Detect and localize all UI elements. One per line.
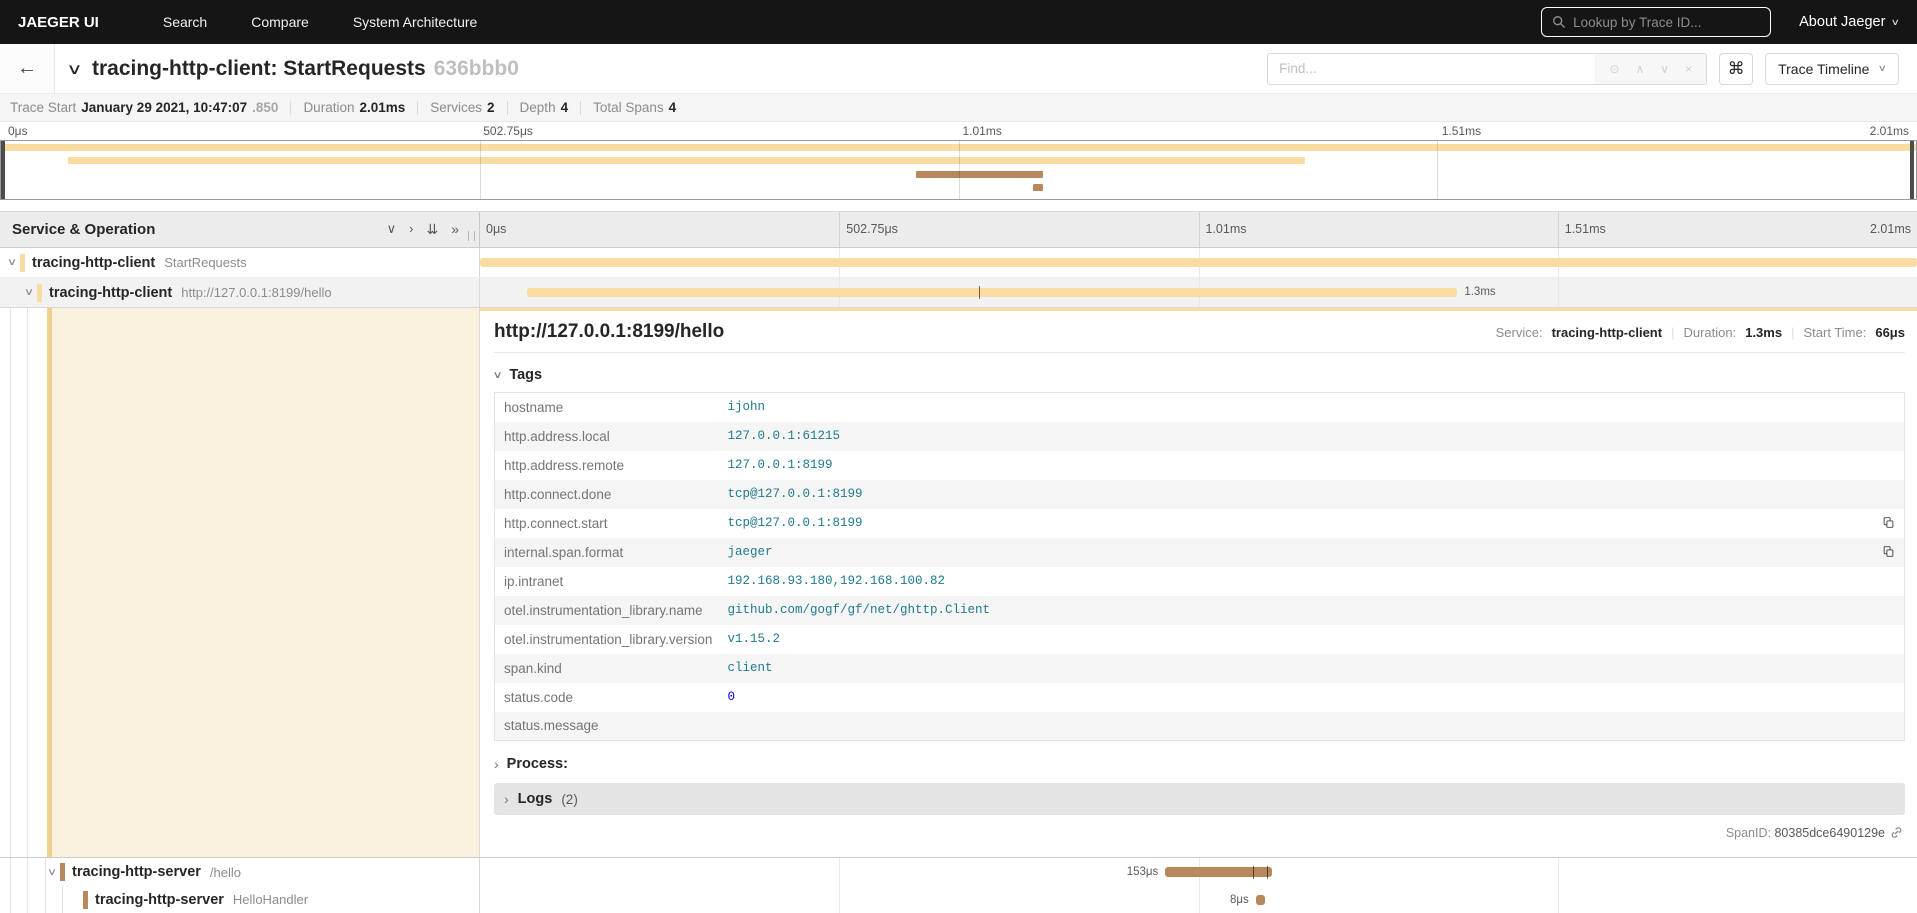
service-operation-header: Service & Operation (12, 221, 156, 238)
chevron-down-icon[interactable]: ∨ (41, 867, 63, 878)
collapse-one-icon[interactable]: ∨ (387, 221, 397, 238)
column-resizer-grip[interactable] (468, 231, 475, 241)
find-input[interactable] (1268, 53, 1596, 84)
detail-span-title: http://127.0.0.1:8199/hello (494, 321, 725, 342)
top-navbar: JAEGER UI Search Compare System Architec… (0, 0, 1917, 44)
timeline-ruler: 0μs 502.75μs 1.01ms 1.51ms 2.01ms (480, 212, 1917, 247)
keyboard-shortcuts-button[interactable]: ⌘ (1719, 52, 1754, 85)
back-button[interactable]: ← (0, 44, 55, 93)
span-detail-panel: http://127.0.0.1:8199/hello Service: trac… (480, 308, 1917, 857)
span-duration-label: 153μs (1126, 866, 1159, 878)
trace-services: Services 2 (430, 100, 495, 115)
span-bar[interactable] (527, 288, 1458, 297)
span-duration-label: 8μs (1230, 894, 1249, 906)
timeline-grid-header: Service & Operation ∨ › ⇊ » 0μs 502.75μs… (0, 211, 1917, 248)
trace-duration: Duration 2.01ms (303, 100, 406, 115)
log-marker[interactable] (1253, 866, 1255, 879)
span-row-http-client-selected[interactable]: ∨ tracing-http-client http://127.0.0.1:8… (0, 278, 1917, 308)
chevron-right-icon: › (504, 791, 509, 807)
tag-row[interactable]: otel.instrumentation_library.name github.… (494, 595, 1905, 625)
detail-row-indent-column (0, 308, 480, 857)
minimap-left-scrubber[interactable] (1, 141, 5, 199)
find-box: ⊙ ∧ ∨ × (1267, 52, 1708, 85)
trace-depth: Depth 4 (519, 100, 569, 115)
logs-count: (2) (561, 791, 578, 807)
trace-id-lookup (1541, 7, 1772, 37)
span-row-http-server-hello[interactable]: ∨ tracing-http-server /hello 153μs (0, 858, 1917, 886)
span-bar[interactable] (1165, 867, 1272, 877)
nav-item-system-architecture[interactable]: System Architecture (353, 14, 478, 30)
minimap-span-bar (1033, 184, 1043, 191)
expand-all-icon[interactable]: » (451, 221, 459, 238)
tag-row[interactable]: http.connect.done tcp@127.0.0.1:8199 (494, 479, 1905, 509)
chevron-right-icon: › (494, 756, 499, 772)
span-id-row: SpanID: 80385dce6490129e (494, 826, 1905, 840)
tag-row[interactable]: internal.span.format jaeger (494, 537, 1905, 567)
chevron-down-icon: ∨ (1878, 63, 1888, 73)
minimap-canvas[interactable] (0, 140, 1917, 200)
minimap-span-bar (68, 157, 1306, 164)
tags-table: hostname ijohn http.address.local 127.0.0.… (494, 392, 1905, 741)
copy-icon[interactable] (1882, 516, 1895, 529)
detail-span-meta: Service: tracing-http-client | Duration: 1… (1495, 325, 1905, 340)
tag-row[interactable]: otel.instrumentation_library.version v1.1… (495, 625, 1905, 654)
prev-match-icon[interactable]: ∧ (1636, 62, 1645, 76)
minimap-span-bar (916, 171, 1043, 178)
nav-item-search[interactable]: Search (163, 14, 207, 30)
nav-links: Search Compare System Architecture (163, 14, 477, 30)
detail-row-accent (47, 308, 479, 857)
expand-one-icon[interactable]: › (409, 221, 413, 238)
tag-row[interactable]: hostname ijohn (495, 393, 1905, 422)
tag-row[interactable]: ip.intranet 192.168.93.180,192.168.100.82 (495, 567, 1905, 596)
span-row-startrequests[interactable]: ∨ tracing-http-client StartRequests (0, 248, 1917, 278)
trace-id-badge: 636bbb0 (433, 56, 519, 80)
tag-row[interactable]: status.code 0 (495, 683, 1905, 712)
minimap-right-scrubber[interactable] (1910, 141, 1914, 199)
link-icon[interactable] (1890, 826, 1903, 839)
timeline-minimap: 0μs 502.75μs 1.01ms 1.51ms 2.01ms (0, 122, 1917, 206)
scroll-to-match-icon[interactable]: ⊙ (1609, 62, 1619, 76)
process-section-toggle[interactable]: › Process: (494, 756, 1905, 772)
chevron-down-icon[interactable]: ∨ (18, 287, 40, 298)
span-row-http-server-hellohandler[interactable]: tracing-http-server HelloHandler 8μs (0, 886, 1917, 913)
span-bar[interactable] (1255, 895, 1266, 905)
trace-summary-bar: Trace Start January 29 2021, 10:47:07.85… (0, 94, 1917, 122)
tag-row[interactable]: http.address.local 127.0.0.1:61215 (494, 421, 1905, 451)
log-marker[interactable] (978, 286, 980, 299)
nav-item-compare[interactable]: Compare (251, 14, 309, 30)
collapse-all-icon[interactable]: ⇊ (426, 221, 438, 238)
service-color-stripe (83, 890, 88, 909)
span-detail-row: http://127.0.0.1:8199/hello Service: trac… (0, 308, 1917, 858)
next-match-icon[interactable]: ∨ (1660, 62, 1669, 76)
app-brand[interactable]: JAEGER UI (18, 14, 99, 31)
search-icon (1553, 16, 1566, 29)
tag-row[interactable]: http.address.remote 127.0.0.1:8199 (495, 451, 1905, 480)
span-duration-label: 1.3ms (1464, 286, 1496, 298)
page-title: tracing-http-client: StartRequests 636bbb… (91, 56, 519, 80)
trace-total-spans: Total Spans 4 (593, 100, 677, 115)
tag-row[interactable]: span.kind client (494, 653, 1905, 683)
trace-view-selector[interactable]: Trace Timeline ∨ (1765, 52, 1899, 85)
span-bar[interactable] (480, 258, 1917, 267)
tag-row[interactable]: status.message (494, 711, 1905, 741)
chevron-down-icon[interactable]: ∨ (1, 257, 23, 268)
collapse-trace-chevron-icon[interactable]: ∨ (66, 60, 82, 78)
span-id-value: 80385dce6490129e (1774, 826, 1885, 840)
chevron-down-icon: ∨ (492, 369, 503, 381)
log-marker[interactable] (1267, 866, 1269, 879)
trace-start: Trace Start January 29 2021, 10:47:07.85… (10, 100, 279, 115)
trace-page-header: ← ∨ tracing-http-client: StartRequests 63… (0, 44, 1917, 94)
copy-icon[interactable] (1882, 545, 1895, 558)
about-jaeger-menu[interactable]: About Jaeger ∨ (1799, 14, 1901, 30)
trace-id-lookup-input[interactable] (1573, 14, 1761, 30)
clear-find-icon[interactable]: × (1685, 62, 1692, 76)
logs-section-toggle[interactable]: › Logs (2) (494, 783, 1905, 815)
chevron-down-icon: ∨ (1891, 16, 1901, 27)
tag-row[interactable]: http.connect.start tcp@127.0.0.1:8199 (495, 509, 1905, 538)
minimap-ruler: 0μs 502.75μs 1.01ms 1.51ms 2.01ms (8, 124, 1909, 138)
tags-section-toggle[interactable]: ∨ Tags (492, 367, 1905, 383)
